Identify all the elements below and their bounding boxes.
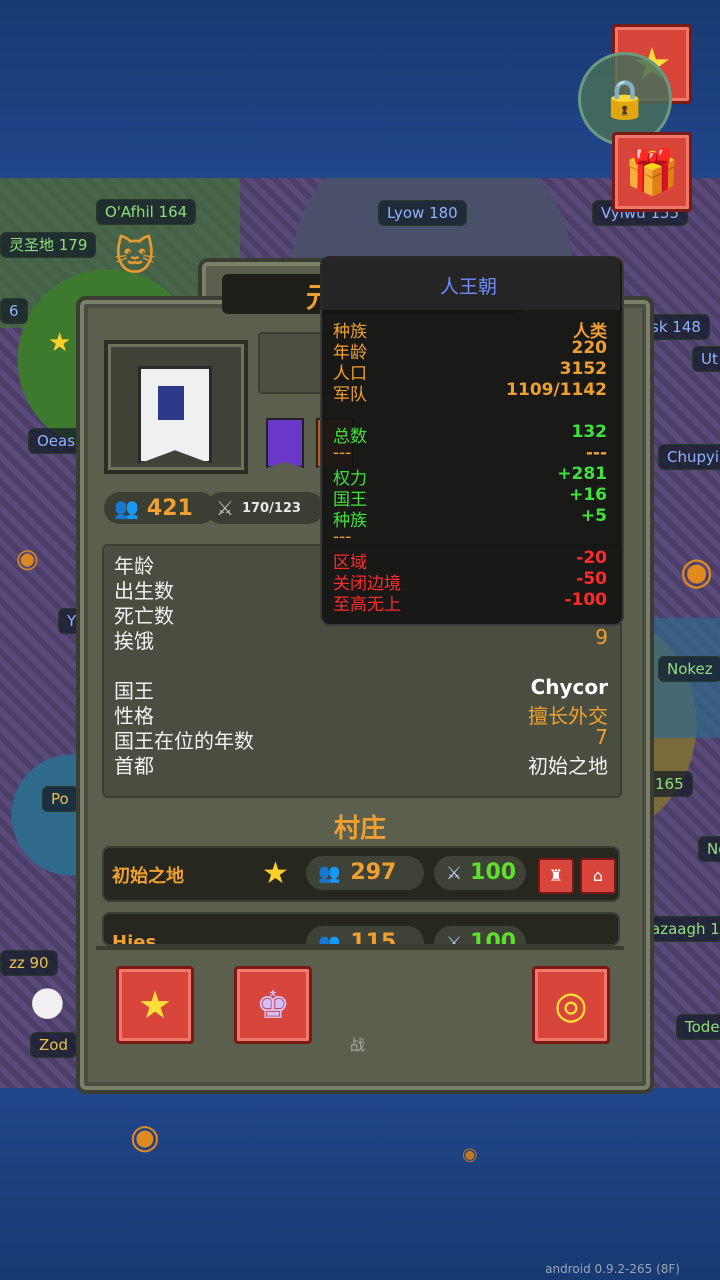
tooltip-row: 国王 +16 [333, 485, 607, 510]
version-label: android 0.9.2-265 (8F) [545, 1262, 680, 1276]
army-icon: ⚔ [446, 933, 463, 946]
tooltip-value: +5 [580, 506, 607, 526]
tooltip-row: --- [333, 527, 607, 548]
village-leader-button[interactable]: ♜ [538, 858, 574, 894]
tooltip-key: --- [333, 527, 352, 547]
gift-button[interactable]: 🎁 [612, 132, 692, 212]
tooltip-value: --- [585, 443, 607, 463]
tooltip-key: 至高无上 [333, 595, 401, 615]
tooltip-value: +16 [569, 485, 607, 505]
population-chip: 👥 421 [104, 492, 216, 524]
tooltip-row: 权力 +281 [333, 464, 607, 489]
map-label-6[interactable]: 6 [0, 298, 28, 324]
village-population-value: 297 [350, 860, 397, 885]
population-icon: 👥 [318, 863, 341, 884]
village-population-value: 115 [350, 930, 397, 946]
map-label-ut[interactable]: Ut [692, 346, 720, 372]
capital-star-icon: ★ [262, 856, 289, 891]
tooltip-title: 人王朝 [440, 276, 498, 298]
info-row-capital: 首都 初始之地 [114, 750, 608, 778]
village-army: ⚔ 100 [434, 926, 526, 946]
village-name: 初始之地 [112, 866, 184, 887]
village-army-value: 100 [470, 860, 517, 885]
tooltip-row: 军队 1109/1142 [333, 380, 607, 405]
tooltip-row: --- --- [333, 443, 607, 464]
tooltip-value: +281 [557, 464, 607, 484]
map-label-po[interactable]: Po [42, 786, 78, 812]
village-army-value: 100 [470, 930, 517, 946]
capital-label: 首都 [114, 754, 154, 778]
tooltip-row: 种族 人类 [333, 317, 607, 342]
capital-value[interactable]: 初始之地 [528, 750, 608, 779]
sheep-creature-icon[interactable]: ● [30, 981, 65, 1021]
tooltip-row: 种族 +5 [333, 506, 607, 531]
tooltip-row: 年龄 220 [333, 338, 608, 363]
map-label-oafhil[interactable]: O'Afhil 164 [96, 199, 197, 225]
king-button[interactable]: ♚ [234, 966, 312, 1044]
demon-eye-icon[interactable]: ◉ [680, 552, 713, 590]
coins-button[interactable]: ◎ [532, 966, 610, 1044]
tooltip-row: 区域 -20 [333, 548, 607, 573]
army-chip: ⚔ 170/123 [206, 492, 324, 524]
favorite-kingdom-button[interactable]: ★ [116, 966, 194, 1044]
population-value: 421 [146, 495, 193, 521]
tooltip-row: 至高无上 -100 [333, 590, 607, 615]
reign-value: 7 [595, 725, 608, 749]
map-label-tode[interactable]: Tode [676, 1014, 720, 1040]
village-row[interactable]: 初始之地 ★ 👥 297 ⚔ 100 ♜ ⌂ [102, 846, 620, 902]
tooltip-value: 132 [571, 422, 608, 442]
village-population: 👥 115 [306, 926, 424, 946]
tooltip-key: 军队 [333, 385, 367, 405]
villages-header: 村庄 [334, 814, 387, 844]
village-building-button[interactable]: ⌂ [580, 858, 616, 894]
tooltip-value: 1109/1142 [506, 380, 607, 400]
village-population: 👥 297 [306, 856, 424, 890]
sword-icon: ⚔ [216, 496, 234, 520]
map-label-zz[interactable]: zz 90 [0, 950, 58, 976]
tower-icon [158, 386, 184, 420]
map-label-no[interactable]: No [698, 836, 720, 862]
tooltip-value: 220 [571, 338, 608, 358]
population-icon: 👥 [114, 496, 139, 520]
tooltip-row: 关闭边境 -50 [333, 569, 607, 594]
map-label-holyland[interactable]: 灵圣地 179 [0, 232, 97, 258]
lock-icon: 🔒 [601, 76, 649, 121]
war-label: 战 [350, 1036, 366, 1054]
tooltip-key: --- [333, 443, 352, 463]
village-name: Hies [112, 932, 157, 946]
demon-eye-icon[interactable]: ◉ [130, 1120, 160, 1154]
info-row-trait: 性格 擅长外交 [114, 700, 608, 728]
map-label-nokez[interactable]: Nokez [658, 656, 720, 682]
coins-icon: ◎ [554, 983, 588, 1027]
village-army: ⚔ 100 [434, 856, 526, 890]
gift-icon: 🎁 [624, 147, 680, 198]
tooltip-value: -50 [576, 569, 607, 589]
starved-label: 挨饿 [114, 629, 154, 653]
emblem-purple[interactable] [266, 418, 304, 468]
tooltip-value: 3152 [559, 359, 607, 379]
population-icon: 👥 [318, 933, 341, 946]
map-label-chupyi[interactable]: Chupyi [658, 444, 720, 470]
demon-eye-icon[interactable]: ◉ [16, 546, 39, 572]
star-icon: ★ [137, 983, 173, 1027]
sea-bottom [0, 1088, 720, 1280]
info-row-king: 国王 Chycor [114, 675, 608, 703]
info-row-starved: 挨饿 9 [114, 625, 608, 653]
map-label-zod[interactable]: Zod [30, 1032, 77, 1058]
map-label-lyow[interactable]: Lyow 180 [378, 200, 467, 226]
army-icon: ⚔ [446, 863, 463, 884]
demon-eye-icon[interactable]: ◉ [462, 1142, 478, 1168]
starved-value: 9 [595, 625, 608, 649]
army-value: 170/123 [241, 500, 301, 516]
village-row[interactable]: Hies 👥 115 ⚔ 100 [102, 912, 620, 946]
star-marker-icon[interactable]: ★ [48, 330, 71, 356]
tooltip-value: -100 [564, 590, 607, 610]
king-icon: ♚ [255, 983, 291, 1027]
tooltip-row: 总数 132 [333, 422, 608, 447]
info-row-reign: 国王在位的年数 7 [114, 725, 608, 753]
king-value[interactable]: Chycor [531, 675, 608, 699]
tooltip-row: 人口 3152 [333, 359, 607, 384]
cat-creature-icon[interactable]: 🐱 [114, 237, 156, 277]
tooltip-value: -20 [576, 548, 607, 568]
